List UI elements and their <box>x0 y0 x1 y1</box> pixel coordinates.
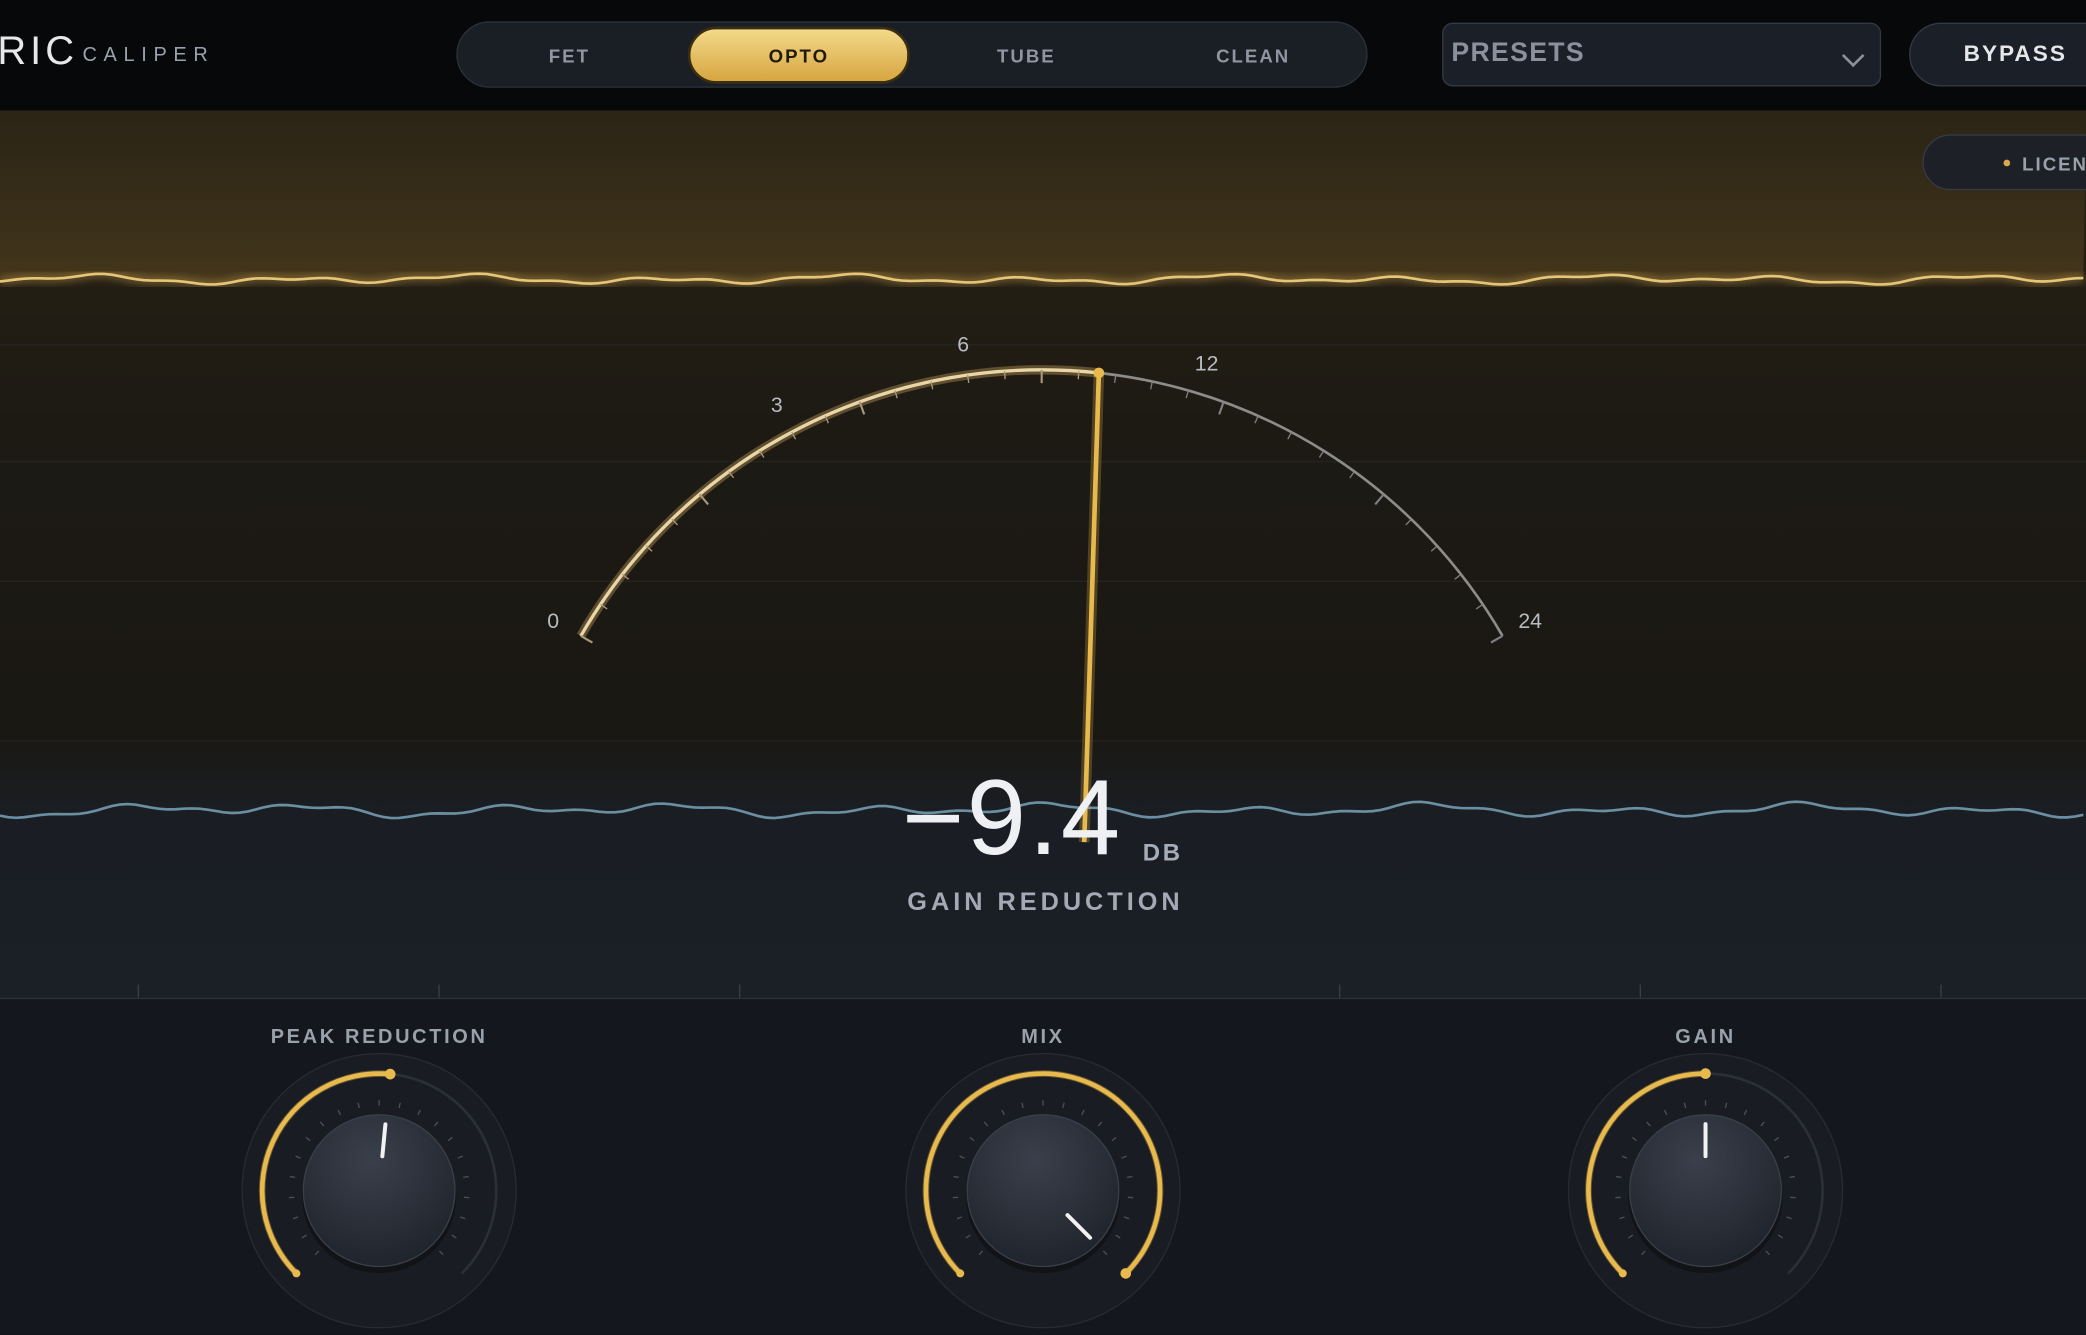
mix-dial[interactable] <box>903 1052 1182 1334</box>
mode-button-fet[interactable]: FET <box>463 27 676 84</box>
gain-reduction-visualizer: 0 3 6 12 24 LICENSE −9.4 DB GAIN REDUCTI… <box>0 110 2086 998</box>
mode-button-clean[interactable]: CLEAN <box>1143 27 1364 84</box>
product-name: CALIPER <box>82 43 215 67</box>
header-bar: RIC CALIPER FET OPTO TUBE CLEAN PRESETS … <box>0 0 2086 111</box>
gain-knob[interactable]: GAIN <box>1566 999 1845 1334</box>
meter-label-0: 0 <box>547 609 559 633</box>
gain-reduction-label: GAIN REDUCTION <box>907 888 1184 917</box>
meter-tick <box>1254 415 1259 424</box>
gain-dial[interactable] <box>1566 1052 1845 1334</box>
meter-tick <box>1218 401 1225 415</box>
mode-button-tube[interactable]: TUBE <box>917 27 1137 84</box>
knob-tick <box>1616 1175 1622 1179</box>
presets-dropdown[interactable]: PRESETS <box>1442 22 1882 87</box>
knob-value-handle <box>1120 1268 1132 1279</box>
meter-tick <box>1349 471 1355 479</box>
knob-tick <box>463 1175 469 1179</box>
license-status-dot <box>2003 159 2011 167</box>
license-button[interactable]: LICENSE <box>1922 134 2086 191</box>
meter-tick <box>580 634 593 644</box>
meter-tick <box>1490 634 1504 644</box>
meter-tick <box>1185 390 1190 399</box>
meter-tick <box>1287 431 1293 440</box>
mode-selector: FET OPTO TUBE CLEAN <box>456 21 1368 88</box>
meter-scale-arc <box>579 368 1504 637</box>
knob-value-handle <box>384 1068 396 1080</box>
meter-tick <box>1430 545 1438 552</box>
knob-tick <box>953 1175 960 1179</box>
knob-tick <box>1789 1175 1796 1179</box>
meter-tick <box>1405 518 1412 526</box>
meter-tick <box>1318 450 1325 458</box>
knob-tick <box>289 1175 296 1179</box>
meter-label-24: 24 <box>1518 609 1542 633</box>
mode-button-opto[interactable]: OPTO <box>687 26 910 84</box>
gain-label: GAIN <box>1675 1025 1736 1049</box>
meter-label-12: 12 <box>1195 352 1219 376</box>
meter-active-arc <box>579 368 1100 637</box>
peak-reduction-knob[interactable]: PEAK REDUCTION <box>239 999 518 1334</box>
meter-tick <box>1149 381 1154 390</box>
meter-tick <box>1003 371 1006 380</box>
input-waveform-fill <box>0 110 2086 285</box>
chevron-down-icon <box>1841 44 1865 68</box>
mix-knob[interactable]: MIX <box>903 999 1182 1334</box>
knob-cap <box>302 1114 456 1268</box>
gain-reduction-value: −9.4 <box>901 758 1123 877</box>
time-ticks <box>137 984 1942 998</box>
meter-tick <box>1475 603 1484 610</box>
grid-lines <box>0 343 2086 742</box>
meter-ticks <box>580 369 1504 644</box>
bypass-button[interactable]: BYPASS <box>1909 22 2086 87</box>
knob-panel: PEAK REDUCTION MIX GAIN <box>0 997 2086 1335</box>
peak-reduction-label: PEAK REDUCTION <box>270 1025 488 1049</box>
knob-value-handle <box>1700 1068 1711 1079</box>
gain-reduction-unit: DB <box>1142 839 1183 867</box>
knob-cap <box>966 1114 1120 1268</box>
knob-arc-start <box>956 1269 965 1278</box>
license-label: LICENSE <box>2022 152 2086 175</box>
knob-arc-start <box>1618 1269 1627 1278</box>
knob-arc-start <box>292 1269 301 1278</box>
meter-label-6: 6 <box>957 332 969 356</box>
meter-tick <box>1374 493 1385 506</box>
meter-tick <box>1077 371 1080 380</box>
compressor-plugin-window: RIC CALIPER FET OPTO TUBE CLEAN PRESETS … <box>0 0 2086 1335</box>
meter-tick <box>1454 573 1462 580</box>
presets-label: PRESETS <box>1451 38 1585 68</box>
meter-needle-tip <box>1093 367 1105 379</box>
mix-label: MIX <box>1021 1025 1065 1049</box>
knob-tick <box>1126 1175 1133 1179</box>
brand-logo: RIC <box>0 29 79 74</box>
meter-label-3: 3 <box>771 393 783 417</box>
peak-reduction-dial[interactable] <box>239 1052 518 1334</box>
